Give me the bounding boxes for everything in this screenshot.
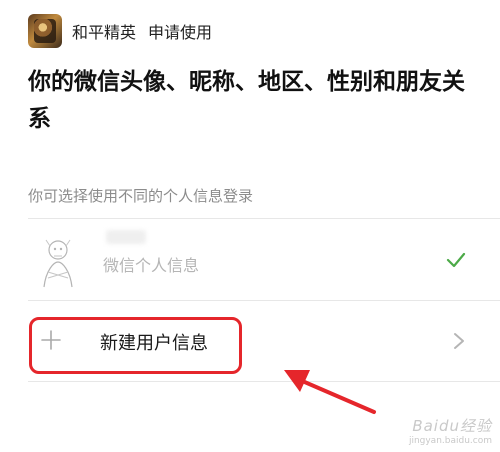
app-name: 和平精英 bbox=[72, 23, 137, 42]
avatar-icon bbox=[43, 239, 73, 288]
option-wechat-profile[interactable]: 微信个人信息 bbox=[28, 224, 472, 296]
app-action-text: 申请使用 bbox=[148, 23, 213, 42]
watermark-url: jingyan.baidu.com bbox=[408, 436, 492, 446]
divider bbox=[28, 218, 500, 219]
permission-title: 你的微信头像、昵称、地区、性别和朋友关系 bbox=[28, 69, 465, 132]
option-label: 微信个人信息 bbox=[103, 256, 200, 275]
subtitle: 你可选择使用不同的个人信息登录 bbox=[28, 187, 254, 205]
watermark-logo: Baidu经验 bbox=[412, 417, 492, 435]
check-icon bbox=[446, 252, 466, 268]
app-icon bbox=[28, 14, 62, 48]
app-header: 和平精英 申请使用 bbox=[28, 14, 212, 48]
annotation-arrow-icon bbox=[284, 370, 376, 414]
highlight-box bbox=[29, 317, 242, 374]
watermark: Baidu经验 jingyan.baidu.com bbox=[409, 415, 492, 446]
divider bbox=[28, 300, 500, 301]
divider bbox=[28, 381, 500, 382]
blurred-nickname bbox=[106, 230, 146, 244]
chevron-right-icon bbox=[454, 333, 464, 349]
